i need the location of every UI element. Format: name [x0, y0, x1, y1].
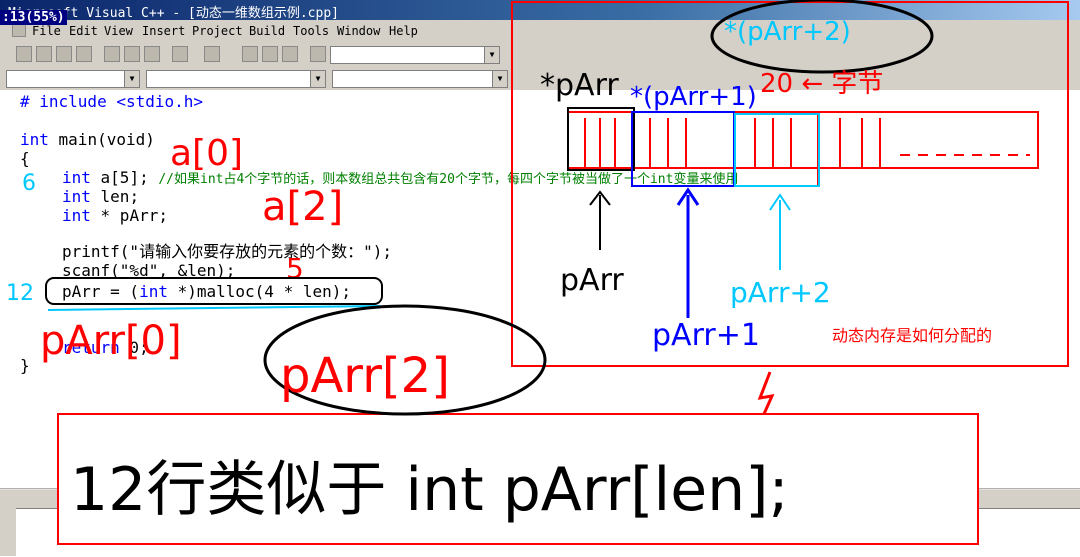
save-all-icon[interactable] — [76, 46, 92, 62]
output-icon[interactable] — [262, 46, 278, 62]
menu-edit[interactable]: Edit — [69, 24, 98, 38]
menu-help[interactable]: Help — [389, 24, 418, 38]
include-directive: # include <stdio.h> — [20, 92, 204, 111]
menu-project[interactable]: Project — [192, 24, 243, 38]
workspace-icon[interactable] — [242, 46, 258, 62]
chevron-down-icon[interactable]: ▼ — [484, 47, 499, 63]
code-comment: //如果int占4个字节的话，则本数组总共包含有20个字节，每四个字节被当做了一… — [158, 172, 739, 187]
filter-combo[interactable]: ▼ — [146, 70, 326, 88]
members-combo[interactable]: ▼ — [332, 70, 508, 88]
output-pane[interactable] — [16, 508, 1080, 557]
find-in-files-icon[interactable] — [310, 46, 326, 62]
code-text: main(void) — [48, 130, 155, 149]
keyword: int — [139, 282, 168, 301]
app-icon — [12, 23, 26, 37]
code-text: * pArr; — [90, 206, 168, 225]
code-text: a[5]; — [90, 168, 159, 187]
code-text: 0; — [119, 338, 149, 357]
code-editor[interactable]: # include <stdio.h> int main(void) { int… — [0, 90, 1080, 490]
menu-build[interactable]: Build — [249, 24, 285, 38]
keyword: return — [62, 338, 120, 357]
code-text: len; — [90, 187, 140, 206]
code-line-close-brace: } — [20, 356, 30, 375]
menu-tools[interactable]: Tools — [293, 24, 329, 38]
save-icon[interactable] — [56, 46, 72, 62]
copy-icon[interactable] — [124, 46, 140, 62]
class-combo[interactable]: ▼ — [6, 70, 140, 88]
new-file-icon[interactable] — [16, 46, 32, 62]
keyword: int — [62, 206, 91, 225]
undo-icon[interactable] — [172, 46, 188, 62]
windows-icon[interactable] — [282, 46, 298, 62]
keyword: int — [20, 130, 49, 149]
code-line-main: int main(void) — [20, 130, 155, 149]
chevron-down-icon[interactable]: ▼ — [492, 71, 507, 87]
paste-icon[interactable] — [144, 46, 160, 62]
menu-window[interactable]: Window — [337, 24, 380, 38]
menu-insert[interactable]: Insert — [142, 24, 185, 38]
redo-icon[interactable] — [204, 46, 220, 62]
wizard-toolbar: ▼ ▼ ▼ — [0, 68, 1080, 91]
title-bar: Microsoft Visual C++ - [动态一维数组示例.cpp] — [0, 0, 1080, 21]
code-text: *)malloc(4 * len); — [167, 282, 351, 301]
code-line-array: int a[5]; //如果int占4个字节的话，则本数组总共包含有20个字节，… — [62, 168, 738, 189]
open-icon[interactable] — [36, 46, 52, 62]
standard-toolbar: ▼ — [0, 42, 1080, 69]
diagram-caption: 动态内存是如何分配的 — [832, 326, 993, 345]
code-line-printf: printf("请输入你要存放的元素的个数："); — [62, 242, 392, 261]
chevron-down-icon[interactable]: ▼ — [124, 71, 139, 87]
recording-timestamp: :13(55%) — [0, 10, 67, 25]
code-line-return: return 0; — [62, 338, 149, 357]
menu-file[interactable]: File — [32, 24, 61, 38]
code-line-parr: int * pArr; — [62, 206, 168, 225]
cut-icon[interactable] — [104, 46, 120, 62]
keyword: int — [62, 187, 91, 206]
find-combo[interactable]: ▼ — [330, 46, 500, 64]
code-line-open-brace: { — [20, 149, 30, 168]
chevron-down-icon[interactable]: ▼ — [310, 71, 325, 87]
menu-view[interactable]: View — [104, 24, 133, 38]
code-line-include: # include <stdio.h> — [20, 92, 203, 111]
menu-bar: File Edit View Insert Project Build Tool… — [0, 20, 1080, 42]
code-line-len: int len; — [62, 187, 139, 206]
code-line-malloc: pArr = (int *)malloc(4 * len); — [62, 282, 351, 301]
code-text: pArr = ( — [62, 282, 140, 301]
keyword: int — [62, 168, 91, 187]
code-line-scanf: scanf("%d", &len); — [62, 261, 236, 280]
